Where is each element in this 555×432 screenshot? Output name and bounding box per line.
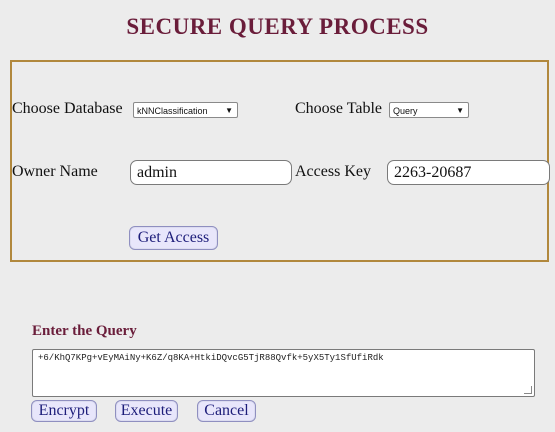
- chevron-down-icon: ▼: [225, 106, 233, 115]
- encrypt-button[interactable]: Encrypt: [31, 400, 97, 422]
- table-select-value: Query: [393, 106, 418, 116]
- access-panel: Choose Database kNNClassification ▼ Choo…: [10, 60, 550, 262]
- page-title: SECURE QUERY PROCESS: [126, 14, 429, 39]
- query-text: +6/KhQ7KPg+vEyMAiNy+K6Z/q8KA+HtkiDQvcG5T…: [38, 353, 384, 363]
- chevron-down-icon: ▼: [456, 106, 464, 115]
- database-select-value: kNNClassification: [137, 106, 208, 116]
- query-label: Enter the Query: [32, 323, 137, 339]
- access-key-input[interactable]: 2263-20687: [387, 160, 550, 185]
- choose-table-label: Choose Table: [295, 100, 383, 117]
- database-select[interactable]: kNNClassification ▼: [133, 102, 238, 118]
- execute-button[interactable]: Execute: [115, 400, 178, 422]
- owner-name-input[interactable]: admin: [130, 160, 292, 185]
- resize-handle-icon[interactable]: [524, 386, 532, 394]
- query-textarea[interactable]: +6/KhQ7KPg+vEyMAiNy+K6Z/q8KA+HtkiDQvcG5T…: [32, 349, 535, 397]
- owner-name-label: Owner Name: [12, 163, 98, 180]
- cancel-button[interactable]: Cancel: [197, 400, 256, 422]
- access-key-label: Access Key: [295, 163, 371, 180]
- table-select[interactable]: Query ▼: [389, 102, 469, 118]
- choose-database-label: Choose Database: [12, 100, 123, 117]
- get-access-button[interactable]: Get Access: [129, 226, 218, 250]
